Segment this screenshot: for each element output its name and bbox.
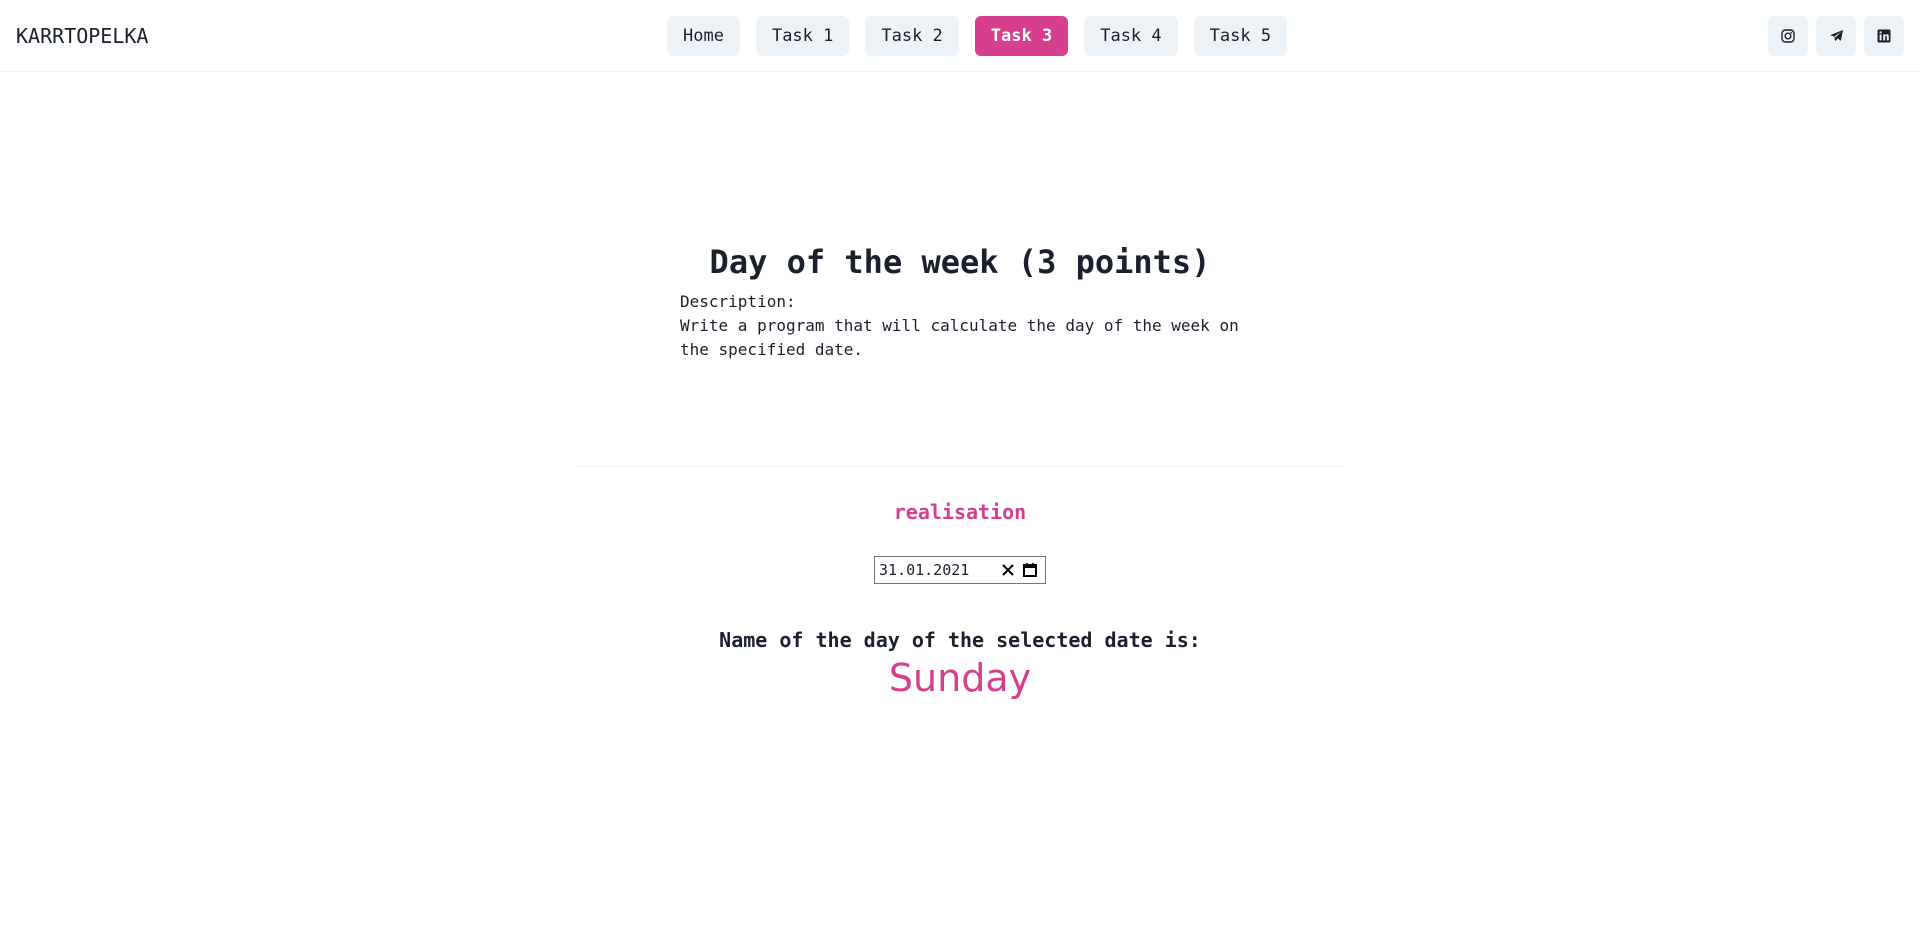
telegram-icon: [1829, 29, 1844, 43]
result-label: Name of the day of the selected date is:: [719, 628, 1201, 652]
top-header: KARRTOPELKA Home Task 1 Task 2 Task 3 Ta…: [0, 0, 1920, 72]
main-nav: Home Task 1 Task 2 Task 3 Task 4 Task 5: [667, 16, 1288, 56]
social-links: [1768, 16, 1904, 56]
page-title: Day of the week (3 points): [709, 243, 1211, 281]
calendar-icon[interactable]: [1019, 559, 1041, 581]
nav-task-1-button[interactable]: Task 1: [755, 16, 850, 56]
date-input-value[interactable]: 31.01.2021: [879, 561, 997, 579]
result-value: Sunday: [888, 656, 1032, 700]
description-label: Description:: [680, 292, 796, 311]
description-text: Write a program that will calculate the …: [680, 316, 1239, 359]
nav-task-3-button[interactable]: Task 3: [974, 16, 1069, 56]
nav-task-4-button[interactable]: Task 4: [1084, 16, 1178, 56]
date-input[interactable]: 31.01.2021: [874, 556, 1046, 584]
linkedin-button[interactable]: [1864, 16, 1904, 56]
nav-home-button[interactable]: Home: [667, 16, 740, 56]
clear-icon[interactable]: [997, 559, 1019, 581]
telegram-button[interactable]: [1816, 16, 1856, 56]
instagram-icon: [1781, 29, 1795, 43]
realisation-heading: realisation: [893, 500, 1027, 524]
brand-logo[interactable]: KARRTOPELKA: [16, 24, 148, 48]
task-description: Description: Write a program that will c…: [680, 290, 1260, 362]
nav-task-2-button[interactable]: Task 2: [865, 16, 959, 56]
nav-task-5-button[interactable]: Task 5: [1193, 16, 1288, 56]
section-divider: [577, 466, 1343, 467]
instagram-button[interactable]: [1768, 16, 1808, 56]
linkedin-icon: [1877, 29, 1891, 43]
